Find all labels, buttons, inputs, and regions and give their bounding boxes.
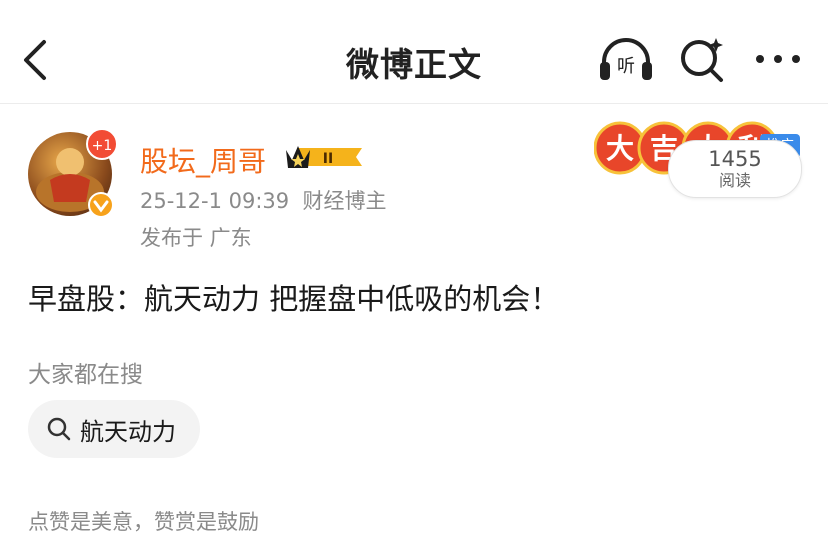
read-count: 1455: [708, 147, 762, 171]
member-crown-icon: II: [284, 140, 364, 174]
svg-text:II: II: [323, 151, 333, 167]
search-icon[interactable]: [676, 34, 728, 84]
read-count-box: 1455 阅读: [668, 140, 802, 198]
more-options-icon[interactable]: [752, 44, 804, 74]
avatar-plus-badge: +1: [86, 128, 118, 160]
trending-search-title: 大家都在搜: [28, 362, 143, 388]
listen-headphones-icon[interactable]: 听: [596, 34, 656, 84]
post-location: 发布于 广东: [140, 226, 252, 250]
verified-v-icon: [88, 192, 114, 218]
post-content: 早盘股：航天动力 把握盘中低吸的机会！: [28, 282, 560, 316]
search-icon: [47, 417, 71, 441]
trending-search-chip[interactable]: 航天动力: [28, 400, 200, 458]
top-bar: 微博正文 听: [0, 0, 828, 104]
svg-text:听: 听: [617, 56, 635, 77]
author-name[interactable]: 股坛_周哥: [140, 140, 266, 180]
trending-search-query: 航天动力: [80, 417, 176, 446]
post-meta: 25-12-1 09:39 财经博主: [140, 185, 387, 215]
post-timestamp: 25-12-1 09:39: [140, 189, 290, 213]
author-tag: 财经博主: [302, 189, 387, 213]
reward-prompt: 点赞是美意，赞赏是鼓励: [28, 510, 259, 534]
promo-char-1: 大: [606, 132, 634, 165]
read-label: 阅读: [718, 171, 751, 190]
